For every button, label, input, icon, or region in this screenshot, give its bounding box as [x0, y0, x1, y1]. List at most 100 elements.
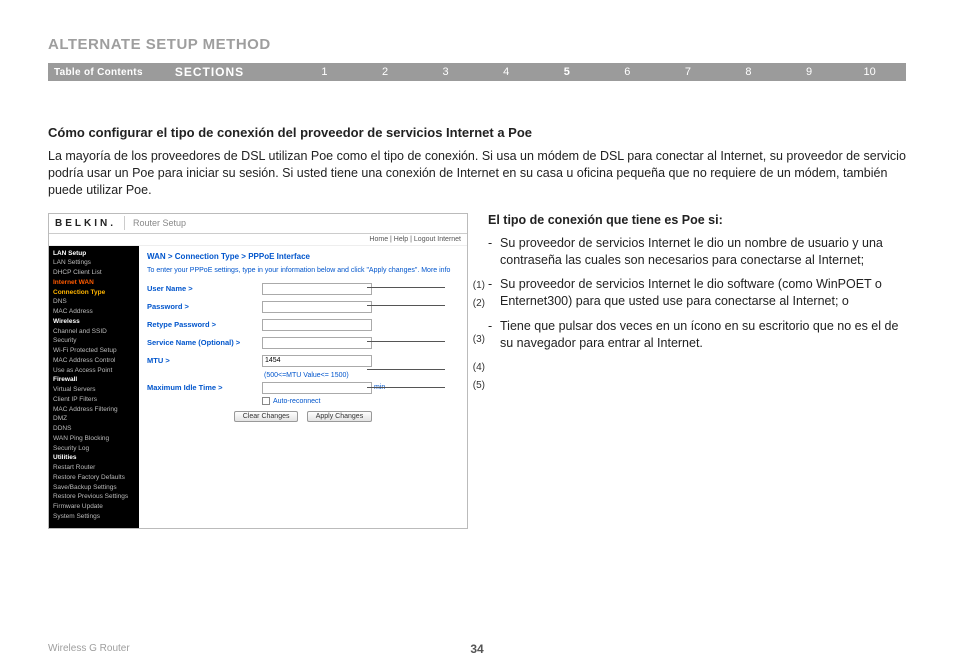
sidebar-item[interactable]: Wi-Fi Protected Setup — [53, 346, 135, 356]
field-label: Password > — [147, 302, 262, 311]
sidebar-item[interactable]: DHCP Client List — [53, 268, 135, 278]
right-column: El tipo de conexión que tiene es Poe si:… — [488, 213, 906, 529]
page-number: 34 — [470, 642, 483, 656]
callout-number: (5) — [473, 380, 485, 391]
field-input[interactable] — [262, 283, 372, 295]
sidebar-item[interactable]: Use as Access Point — [53, 366, 135, 376]
router-sidebar: LAN SetupLAN SettingsDHCP Client ListInt… — [49, 246, 139, 528]
sidebar-category[interactable]: Internet WAN — [53, 278, 135, 288]
callout-number: (1) — [473, 280, 485, 291]
sidebar-item[interactable]: Channel and SSID — [53, 327, 135, 337]
field-label: User Name > — [147, 284, 262, 293]
section-nav-bar: Table of Contents SECTIONS 12345678910 — [48, 63, 906, 81]
sidebar-category[interactable]: Wireless — [53, 317, 135, 327]
sidebar-item[interactable]: Connection Type — [53, 288, 135, 298]
form-row: Password > — [147, 298, 459, 316]
field-label: MTU > — [147, 356, 262, 365]
sidebar-item[interactable]: Virtual Servers — [53, 385, 135, 395]
clear-changes-button[interactable]: Clear Changes — [234, 411, 299, 422]
content-paragraph: La mayoría de los proveedores de DSL uti… — [48, 148, 906, 199]
callout-number: (4) — [473, 362, 485, 373]
apply-changes-button[interactable]: Apply Changes — [307, 411, 372, 422]
brand-logo: BELKIN — [55, 218, 116, 229]
content-heading: Cómo configurar el tipo de conexión del … — [48, 125, 906, 140]
callout-line — [367, 341, 445, 342]
nav-toc-label[interactable]: Table of Contents — [54, 67, 143, 78]
nav-section-4[interactable]: 4 — [476, 66, 537, 78]
sidebar-item[interactable]: Restore Previous Settings — [53, 492, 135, 502]
field-label: Service Name (Optional) > — [147, 338, 262, 347]
sidebar-item[interactable]: System Settings — [53, 512, 135, 522]
callout-number: (3) — [473, 334, 485, 345]
bullet-item: -Su proveedor de servicios Internet le d… — [488, 276, 906, 310]
nav-section-9[interactable]: 9 — [779, 66, 840, 78]
bullet-text: Tiene que pulsar dos veces en un ícono e… — [500, 318, 906, 352]
sidebar-item[interactable]: MAC Address Filtering — [53, 405, 135, 415]
field-label: Retype Password > — [147, 320, 262, 329]
field-input[interactable] — [262, 382, 372, 394]
sidebar-item[interactable]: Security — [53, 336, 135, 346]
auto-reconnect-checkbox[interactable] — [262, 397, 270, 405]
nav-section-8[interactable]: 8 — [718, 66, 779, 78]
sidebar-item[interactable]: Restart Router — [53, 463, 135, 473]
router-header: BELKIN Router Setup — [49, 214, 467, 234]
form-row: Retype Password > — [147, 316, 459, 334]
bullet-item: -Tiene que pulsar dos veces en un ícono … — [488, 318, 906, 352]
page-footer: Wireless G Router 34 — [48, 643, 906, 654]
sidebar-item[interactable]: Restore Factory Defaults — [53, 473, 135, 483]
form-row: MTU > — [147, 352, 459, 370]
nav-section-2[interactable]: 2 — [355, 66, 416, 78]
breadcrumb: WAN > Connection Type > PPPoE Interface — [147, 252, 459, 261]
sidebar-item[interactable]: Client IP Filters — [53, 395, 135, 405]
nav-section-3[interactable]: 3 — [415, 66, 476, 78]
sidebar-category[interactable]: Firewall — [53, 375, 135, 385]
callout-line — [367, 369, 445, 370]
form-row: Service Name (Optional) > — [147, 334, 459, 352]
page-title: ALTERNATE SETUP METHOD — [48, 36, 906, 53]
field-hint: (500<=MTU Value<= 1500) — [264, 372, 349, 379]
router-top-links[interactable]: Home | Help | Logout Internet — [49, 234, 467, 246]
bullet-text: Su proveedor de servicios Internet le di… — [500, 276, 906, 310]
sidebar-item[interactable]: DDNS — [53, 424, 135, 434]
sidebar-category[interactable]: LAN Setup — [53, 249, 135, 259]
field-input[interactable] — [262, 301, 372, 313]
sidebar-item[interactable]: DMZ — [53, 414, 135, 424]
callout-number: (2) — [473, 298, 485, 309]
sidebar-item[interactable]: WAN Ping Blocking — [53, 434, 135, 444]
form-row: Maximum Idle Time >min — [147, 379, 459, 397]
form-row: User Name > — [147, 280, 459, 298]
bullet-dash: - — [488, 318, 500, 352]
nav-sections-label: SECTIONS — [175, 65, 244, 79]
nav-numbers: 12345678910 — [294, 66, 900, 78]
footer-product: Wireless G Router — [48, 643, 130, 654]
bullet-dash: - — [488, 276, 500, 310]
callout-line — [367, 387, 445, 388]
nav-section-5[interactable]: 5 — [536, 66, 597, 78]
bullet-text: Su proveedor de servicios Internet le di… — [500, 235, 906, 269]
nav-section-6[interactable]: 6 — [597, 66, 658, 78]
sidebar-item[interactable]: DNS — [53, 297, 135, 307]
bullet-item: -Su proveedor de servicios Internet le d… — [488, 235, 906, 269]
checkbox-label: Auto-reconnect — [273, 397, 320, 404]
router-setup-title: Router Setup — [133, 218, 186, 228]
callout-line — [367, 305, 445, 306]
sidebar-item[interactable]: LAN Settings — [53, 258, 135, 268]
router-instruction: To enter your PPPoE settings, type in yo… — [147, 267, 459, 274]
field-input[interactable] — [262, 355, 372, 367]
sidebar-item[interactable]: Save/Backup Settings — [53, 483, 135, 493]
sidebar-item[interactable]: MAC Address Control — [53, 356, 135, 366]
nav-section-7[interactable]: 7 — [658, 66, 719, 78]
sidebar-category[interactable]: Utilities — [53, 453, 135, 463]
nav-section-1[interactable]: 1 — [294, 66, 355, 78]
field-input[interactable] — [262, 337, 372, 349]
field-label: Maximum Idle Time > — [147, 383, 262, 392]
nav-section-10[interactable]: 10 — [839, 66, 900, 78]
right-heading: El tipo de conexión que tiene es Poe si: — [488, 213, 906, 227]
sidebar-item[interactable]: Security Log — [53, 444, 135, 454]
router-main: WAN > Connection Type > PPPoE Interface … — [139, 246, 467, 528]
sidebar-item[interactable]: Firmware Update — [53, 502, 135, 512]
callout-line — [367, 287, 445, 288]
router-buttons: Clear Changes Apply Changes — [147, 411, 459, 422]
sidebar-item[interactable]: MAC Address — [53, 307, 135, 317]
field-input[interactable] — [262, 319, 372, 331]
